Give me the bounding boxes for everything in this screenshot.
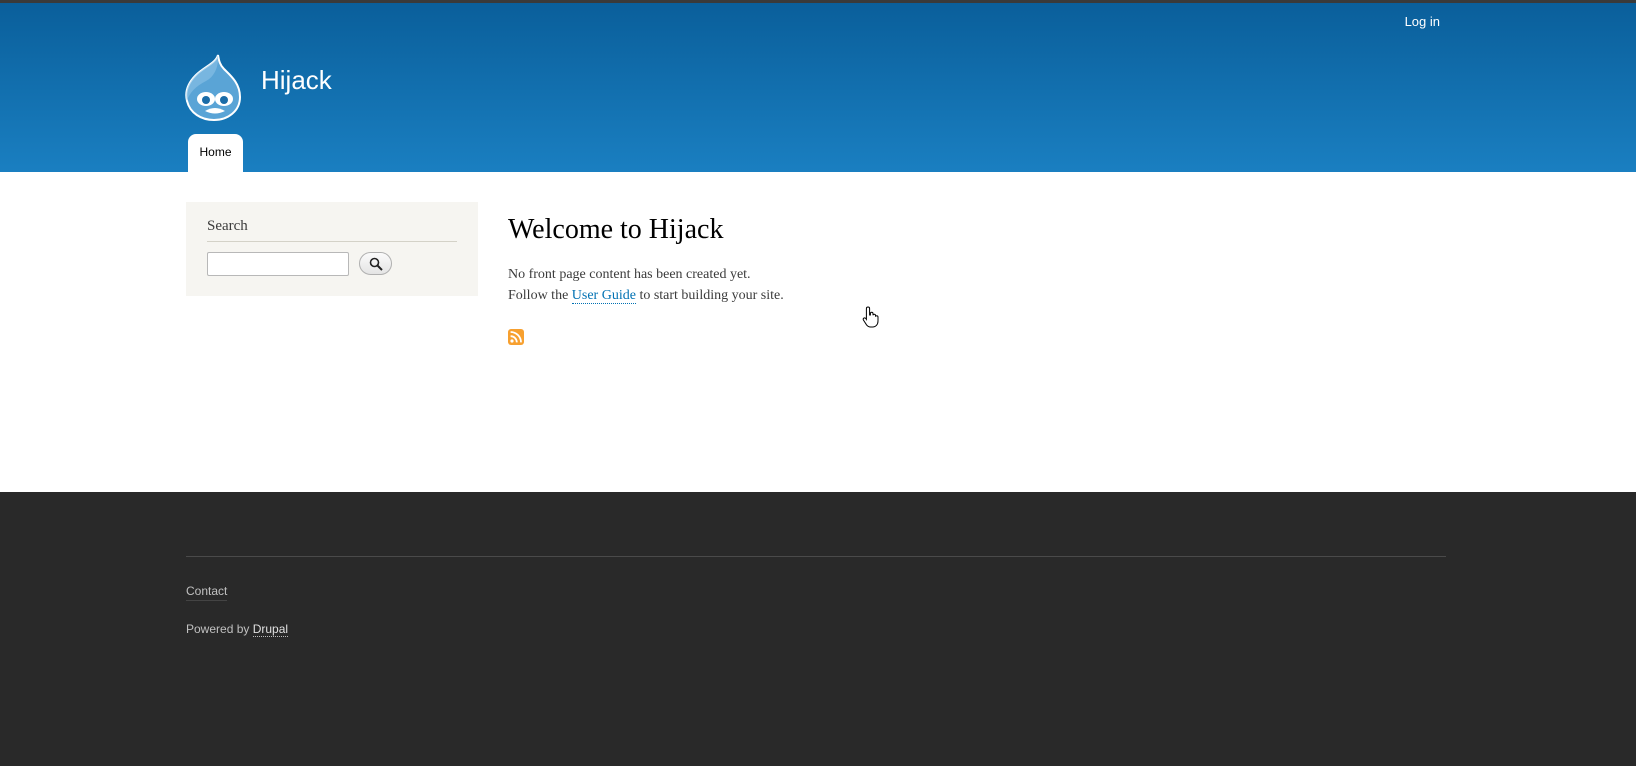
front-page-message: No front page content has been created y… bbox=[508, 264, 784, 306]
powered-by: Powered by Drupal bbox=[186, 622, 289, 637]
user-guide-link[interactable]: User Guide bbox=[571, 288, 636, 304]
search-icon bbox=[369, 257, 383, 271]
footer-contact-link[interactable]: Contact bbox=[186, 584, 228, 601]
powered-by-text: Powered by bbox=[186, 622, 250, 636]
search-button[interactable] bbox=[359, 252, 392, 275]
search-block: Search bbox=[186, 202, 478, 296]
page-title: Welcome to Hijack bbox=[508, 214, 724, 245]
hand-cursor-icon bbox=[862, 306, 880, 328]
user-guide-line: Follow the User Guide to start building … bbox=[508, 285, 784, 306]
site-name-link[interactable]: Hijack bbox=[261, 65, 332, 96]
rss-feed-icon[interactable] bbox=[508, 329, 524, 345]
building-text: to start building your site. bbox=[639, 288, 784, 303]
search-block-title: Search bbox=[207, 218, 457, 242]
site-footer: Contact Powered by Drupal bbox=[0, 492, 1636, 766]
drupal-link[interactable]: Drupal bbox=[252, 622, 289, 637]
drupal-logo-icon[interactable] bbox=[184, 53, 244, 123]
no-content-text: No front page content has been created y… bbox=[508, 267, 751, 282]
main-content: Search Welcome to Hijack No front page c… bbox=[0, 172, 1636, 492]
search-input[interactable] bbox=[207, 252, 349, 276]
follow-text: Follow the bbox=[508, 288, 569, 303]
footer-divider bbox=[186, 556, 1446, 557]
login-link[interactable]: Log in bbox=[1405, 14, 1440, 29]
tab-home[interactable]: Home bbox=[188, 134, 243, 172]
site-header: Log in Hijack Home bbox=[0, 3, 1636, 172]
